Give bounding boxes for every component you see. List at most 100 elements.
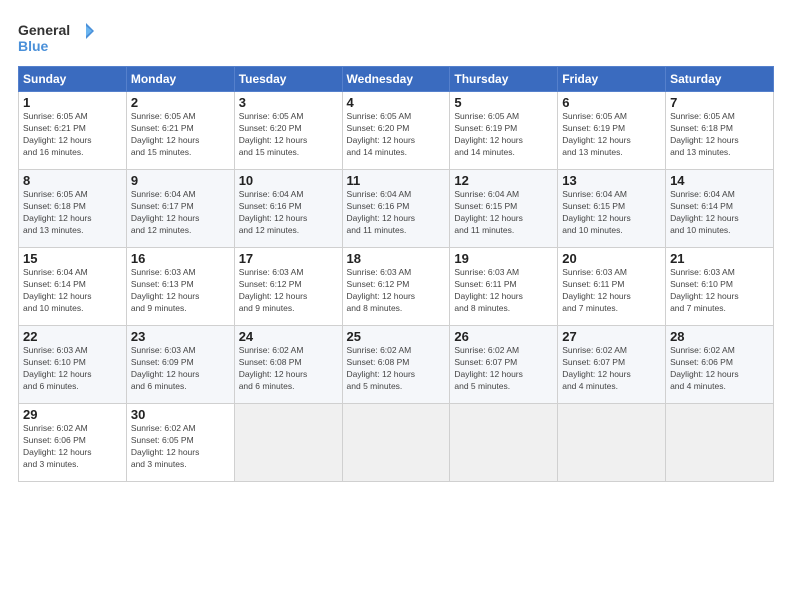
day-info: Sunrise: 6:02 AM Sunset: 6:06 PM Dayligh… [23,423,122,471]
day-number: 12 [454,173,553,188]
calendar-cell: 24Sunrise: 6:02 AM Sunset: 6:08 PM Dayli… [234,326,342,404]
day-info: Sunrise: 6:03 AM Sunset: 6:10 PM Dayligh… [670,267,769,315]
calendar-cell: 23Sunrise: 6:03 AM Sunset: 6:09 PM Dayli… [126,326,234,404]
day-number: 5 [454,95,553,110]
calendar-cell: 17Sunrise: 6:03 AM Sunset: 6:12 PM Dayli… [234,248,342,326]
day-number: 29 [23,407,122,422]
calendar-cell: 25Sunrise: 6:02 AM Sunset: 6:08 PM Dayli… [342,326,450,404]
day-info: Sunrise: 6:04 AM Sunset: 6:15 PM Dayligh… [454,189,553,237]
calendar-cell [558,404,666,482]
calendar-body: 1Sunrise: 6:05 AM Sunset: 6:21 PM Daylig… [19,92,774,482]
calendar-cell: 8Sunrise: 6:05 AM Sunset: 6:18 PM Daylig… [19,170,127,248]
day-header-sunday: Sunday [19,67,127,92]
day-number: 24 [239,329,338,344]
day-info: Sunrise: 6:02 AM Sunset: 6:05 PM Dayligh… [131,423,230,471]
day-number: 2 [131,95,230,110]
svg-text:Blue: Blue [18,38,49,54]
day-number: 16 [131,251,230,266]
week-row-4: 22Sunrise: 6:03 AM Sunset: 6:10 PM Dayli… [19,326,774,404]
calendar-cell: 9Sunrise: 6:04 AM Sunset: 6:17 PM Daylig… [126,170,234,248]
day-number: 14 [670,173,769,188]
day-info: Sunrise: 6:05 AM Sunset: 6:19 PM Dayligh… [454,111,553,159]
calendar-cell: 26Sunrise: 6:02 AM Sunset: 6:07 PM Dayli… [450,326,558,404]
logo-svg: General Blue [18,18,98,58]
svg-text:General: General [18,22,70,38]
day-number: 10 [239,173,338,188]
calendar-cell: 3Sunrise: 6:05 AM Sunset: 6:20 PM Daylig… [234,92,342,170]
calendar-cell: 21Sunrise: 6:03 AM Sunset: 6:10 PM Dayli… [666,248,774,326]
day-header-friday: Friday [558,67,666,92]
calendar-cell: 4Sunrise: 6:05 AM Sunset: 6:20 PM Daylig… [342,92,450,170]
calendar-cell: 16Sunrise: 6:03 AM Sunset: 6:13 PM Dayli… [126,248,234,326]
day-number: 6 [562,95,661,110]
day-info: Sunrise: 6:04 AM Sunset: 6:16 PM Dayligh… [239,189,338,237]
header: General Blue [18,18,774,58]
day-info: Sunrise: 6:03 AM Sunset: 6:13 PM Dayligh… [131,267,230,315]
day-info: Sunrise: 6:05 AM Sunset: 6:20 PM Dayligh… [239,111,338,159]
day-number: 18 [347,251,446,266]
calendar-table: SundayMondayTuesdayWednesdayThursdayFrid… [18,66,774,482]
day-info: Sunrise: 6:04 AM Sunset: 6:17 PM Dayligh… [131,189,230,237]
calendar-cell: 5Sunrise: 6:05 AM Sunset: 6:19 PM Daylig… [450,92,558,170]
day-number: 27 [562,329,661,344]
calendar-cell: 10Sunrise: 6:04 AM Sunset: 6:16 PM Dayli… [234,170,342,248]
calendar-cell: 13Sunrise: 6:04 AM Sunset: 6:15 PM Dayli… [558,170,666,248]
day-info: Sunrise: 6:03 AM Sunset: 6:09 PM Dayligh… [131,345,230,393]
day-info: Sunrise: 6:02 AM Sunset: 6:07 PM Dayligh… [562,345,661,393]
day-info: Sunrise: 6:03 AM Sunset: 6:11 PM Dayligh… [562,267,661,315]
day-number: 3 [239,95,338,110]
week-row-3: 15Sunrise: 6:04 AM Sunset: 6:14 PM Dayli… [19,248,774,326]
calendar-cell: 12Sunrise: 6:04 AM Sunset: 6:15 PM Dayli… [450,170,558,248]
day-header-tuesday: Tuesday [234,67,342,92]
calendar-cell: 14Sunrise: 6:04 AM Sunset: 6:14 PM Dayli… [666,170,774,248]
day-number: 26 [454,329,553,344]
day-info: Sunrise: 6:03 AM Sunset: 6:11 PM Dayligh… [454,267,553,315]
calendar-cell: 6Sunrise: 6:05 AM Sunset: 6:19 PM Daylig… [558,92,666,170]
logo: General Blue [18,18,98,58]
day-number: 28 [670,329,769,344]
day-number: 23 [131,329,230,344]
day-info: Sunrise: 6:02 AM Sunset: 6:08 PM Dayligh… [239,345,338,393]
day-header-wednesday: Wednesday [342,67,450,92]
calendar-cell [234,404,342,482]
day-info: Sunrise: 6:05 AM Sunset: 6:20 PM Dayligh… [347,111,446,159]
day-number: 13 [562,173,661,188]
day-number: 21 [670,251,769,266]
calendar-cell: 19Sunrise: 6:03 AM Sunset: 6:11 PM Dayli… [450,248,558,326]
day-info: Sunrise: 6:03 AM Sunset: 6:12 PM Dayligh… [239,267,338,315]
calendar-cell: 27Sunrise: 6:02 AM Sunset: 6:07 PM Dayli… [558,326,666,404]
day-number: 7 [670,95,769,110]
day-info: Sunrise: 6:04 AM Sunset: 6:14 PM Dayligh… [23,267,122,315]
week-row-2: 8Sunrise: 6:05 AM Sunset: 6:18 PM Daylig… [19,170,774,248]
calendar-cell: 28Sunrise: 6:02 AM Sunset: 6:06 PM Dayli… [666,326,774,404]
day-number: 4 [347,95,446,110]
day-number: 9 [131,173,230,188]
calendar-cell: 2Sunrise: 6:05 AM Sunset: 6:21 PM Daylig… [126,92,234,170]
day-number: 25 [347,329,446,344]
calendar-header-row: SundayMondayTuesdayWednesdayThursdayFrid… [19,67,774,92]
day-info: Sunrise: 6:05 AM Sunset: 6:18 PM Dayligh… [670,111,769,159]
calendar-cell [666,404,774,482]
day-info: Sunrise: 6:03 AM Sunset: 6:10 PM Dayligh… [23,345,122,393]
day-number: 30 [131,407,230,422]
calendar-cell [342,404,450,482]
day-number: 20 [562,251,661,266]
day-info: Sunrise: 6:05 AM Sunset: 6:18 PM Dayligh… [23,189,122,237]
calendar-cell: 11Sunrise: 6:04 AM Sunset: 6:16 PM Dayli… [342,170,450,248]
day-number: 15 [23,251,122,266]
week-row-5: 29Sunrise: 6:02 AM Sunset: 6:06 PM Dayli… [19,404,774,482]
day-header-monday: Monday [126,67,234,92]
day-header-saturday: Saturday [666,67,774,92]
week-row-1: 1Sunrise: 6:05 AM Sunset: 6:21 PM Daylig… [19,92,774,170]
day-info: Sunrise: 6:04 AM Sunset: 6:16 PM Dayligh… [347,189,446,237]
day-info: Sunrise: 6:04 AM Sunset: 6:15 PM Dayligh… [562,189,661,237]
day-number: 1 [23,95,122,110]
day-info: Sunrise: 6:05 AM Sunset: 6:21 PM Dayligh… [23,111,122,159]
calendar-cell [450,404,558,482]
calendar-cell: 30Sunrise: 6:02 AM Sunset: 6:05 PM Dayli… [126,404,234,482]
day-info: Sunrise: 6:03 AM Sunset: 6:12 PM Dayligh… [347,267,446,315]
day-number: 11 [347,173,446,188]
day-info: Sunrise: 6:02 AM Sunset: 6:08 PM Dayligh… [347,345,446,393]
day-info: Sunrise: 6:05 AM Sunset: 6:21 PM Dayligh… [131,111,230,159]
calendar-cell: 7Sunrise: 6:05 AM Sunset: 6:18 PM Daylig… [666,92,774,170]
